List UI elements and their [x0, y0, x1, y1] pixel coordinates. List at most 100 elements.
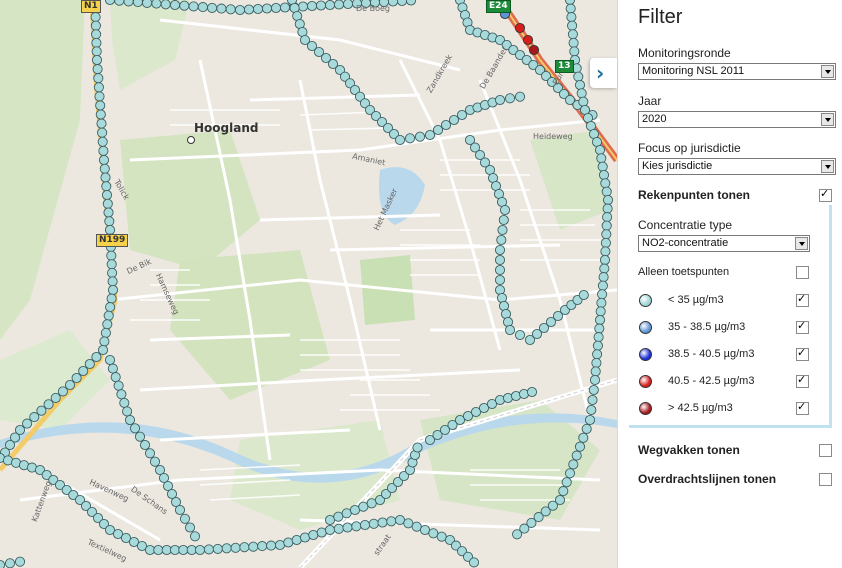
rekenpunt-marker[interactable]	[106, 259, 117, 270]
map-view[interactable]: Hoogland De Boeg Zandkreek De Baander Eu…	[0, 0, 617, 568]
rekenpunt-marker[interactable]	[161, 544, 172, 556]
rekenpunt-marker[interactable]	[188, 1, 199, 12]
rekenpunt-marker[interactable]	[368, 518, 379, 529]
rekenpunt-marker[interactable]	[589, 374, 601, 386]
collapse-panel-button[interactable]: ›	[590, 58, 617, 88]
rekenpunt-marker[interactable]	[558, 486, 569, 497]
legend-checkbox[interactable]	[796, 319, 809, 334]
rekenpunt-marker[interactable]	[581, 423, 592, 434]
rekenpunt-marker[interactable]	[411, 521, 422, 532]
jaar-select[interactable]: 2020	[638, 111, 836, 128]
dropdown-arrow-icon[interactable]	[795, 237, 808, 250]
rekenpunt-marker[interactable]	[113, 380, 124, 391]
rekenpunt-marker[interactable]	[99, 163, 110, 174]
rekenpunt-marker[interactable]	[567, 29, 578, 40]
rekenpunt-marker[interactable]	[386, 516, 397, 527]
rekenpunt-marker[interactable]	[119, 397, 130, 408]
rekenpunt-marker[interactable]	[107, 363, 118, 374]
rekenpunt-marker[interactable]	[239, 542, 250, 553]
rekenpunt-marker[interactable]	[221, 543, 232, 554]
rekenpunt-marker[interactable]	[578, 96, 589, 107]
rekenpunt-marker[interactable]	[315, 0, 327, 11]
rekenpunt-marker[interactable]	[93, 82, 104, 93]
rekenpunt-marker[interactable]	[498, 214, 509, 226]
rekenpunt-marker[interactable]	[95, 100, 106, 111]
rekenpunt-marker[interactable]	[97, 127, 108, 138]
rekenpunt-marker[interactable]	[225, 4, 236, 15]
rekenpunt-marker[interactable]	[351, 521, 362, 532]
rekenpunt-marker[interactable]	[591, 357, 602, 368]
legend-checkbox[interactable]	[796, 373, 809, 388]
rekenpunt-marker[interactable]	[349, 504, 361, 516]
rekenpunt-marker[interactable]	[456, 109, 468, 121]
rekenpunt-marker[interactable]	[504, 324, 516, 336]
rekenpunt-marker[interactable]	[230, 542, 241, 553]
rekenpunt-marker[interactable]	[602, 203, 613, 214]
rekenpunt-marker[interactable]	[598, 272, 609, 283]
rekenpunt-marker[interactable]	[316, 527, 327, 538]
rekenpunt-marker[interactable]	[291, 534, 302, 546]
rekenpunt-marker[interactable]	[584, 414, 596, 426]
rekenpunt-marker[interactable]	[234, 4, 246, 16]
rekenpunt-marker[interactable]	[107, 276, 118, 287]
rekenpunt-marker[interactable]	[4, 558, 16, 568]
rekenpunt-marker[interactable]	[568, 459, 579, 470]
rekenpunt-marker[interactable]	[169, 0, 181, 11]
rekenpunt-marker[interactable]	[586, 404, 597, 416]
rekenpunt-marker[interactable]	[600, 246, 611, 257]
rekenpunt-marker[interactable]	[84, 358, 95, 370]
rekenpunt-marker[interactable]	[153, 544, 164, 556]
rekenpunt-marker[interactable]	[106, 250, 117, 261]
rekenpunt-marker[interactable]	[324, 514, 336, 526]
legend-checkbox[interactable]	[796, 292, 809, 307]
rekenpunt-marker[interactable]	[412, 442, 423, 453]
rekenpunt-marker[interactable]	[522, 34, 534, 46]
rekenpunt-marker[interactable]	[597, 280, 608, 291]
rekenpunt-marker[interactable]	[567, 20, 578, 31]
rekenpunt-marker[interactable]	[93, 73, 104, 84]
rekenpunt-marker[interactable]	[494, 264, 506, 276]
rekenpunt-marker[interactable]	[91, 54, 103, 66]
rekenpunt-marker[interactable]	[596, 297, 607, 308]
rekenpunt-marker[interactable]	[124, 414, 136, 426]
rekenpunt-marker[interactable]	[602, 194, 614, 206]
rekenpunt-marker[interactable]	[599, 263, 610, 274]
rekenpunt-marker[interactable]	[596, 153, 607, 164]
rekenpunt-marker[interactable]	[403, 518, 414, 529]
rekenpunt-marker[interactable]	[186, 544, 197, 556]
rekenpunt-marker[interactable]	[102, 319, 113, 330]
rekenpunt-marker[interactable]	[97, 136, 108, 147]
rekenpunt-marker[interactable]	[514, 91, 526, 102]
rekenpunt-marker[interactable]	[297, 1, 309, 12]
jurisdictie-select[interactable]: Kies jurisdictie	[638, 158, 836, 175]
rekenpunt-marker[interactable]	[101, 181, 112, 192]
rekenpunt-marker[interactable]	[324, 0, 336, 11]
rekenpunt-marker[interactable]	[96, 118, 107, 129]
rekenpunt-marker[interactable]	[597, 289, 608, 300]
rekenpunt-marker[interactable]	[178, 544, 189, 556]
rekenpunt-marker[interactable]	[94, 91, 105, 102]
rekenpunt-marker[interactable]	[306, 0, 318, 12]
rekenpunt-marker[interactable]	[341, 508, 352, 519]
rekenpunt-marker[interactable]	[359, 519, 371, 531]
rekenpunt-marker[interactable]	[594, 314, 606, 326]
rekenpunt-marker[interactable]	[394, 134, 406, 146]
rekenpunt-marker[interactable]	[496, 234, 507, 246]
rekenpunt-marker[interactable]	[588, 384, 599, 396]
rekenpunt-marker[interactable]	[587, 394, 598, 406]
rekenpunt-marker[interactable]	[598, 169, 610, 181]
rekenpunt-marker[interactable]	[43, 399, 54, 410]
rekenpunt-marker[interactable]	[565, 3, 576, 14]
rekenpunt-marker[interactable]	[514, 329, 526, 341]
rekenpunt-marker[interactable]	[333, 0, 345, 10]
rekenpunt-marker[interactable]	[279, 2, 291, 13]
rekenpunt-marker[interactable]	[377, 517, 388, 528]
rekenpunt-marker[interactable]	[592, 340, 603, 351]
rekenpunt-marker[interactable]	[107, 267, 118, 278]
rekenpunt-marker[interactable]	[358, 501, 369, 512]
rekenpunt-marker[interactable]	[97, 344, 109, 356]
rekenpunt-marker[interactable]	[514, 22, 526, 34]
rekenpunt-marker[interactable]	[189, 531, 201, 542]
rekenpunt-marker[interactable]	[134, 431, 146, 442]
rekenpunt-marker[interactable]	[494, 274, 506, 286]
